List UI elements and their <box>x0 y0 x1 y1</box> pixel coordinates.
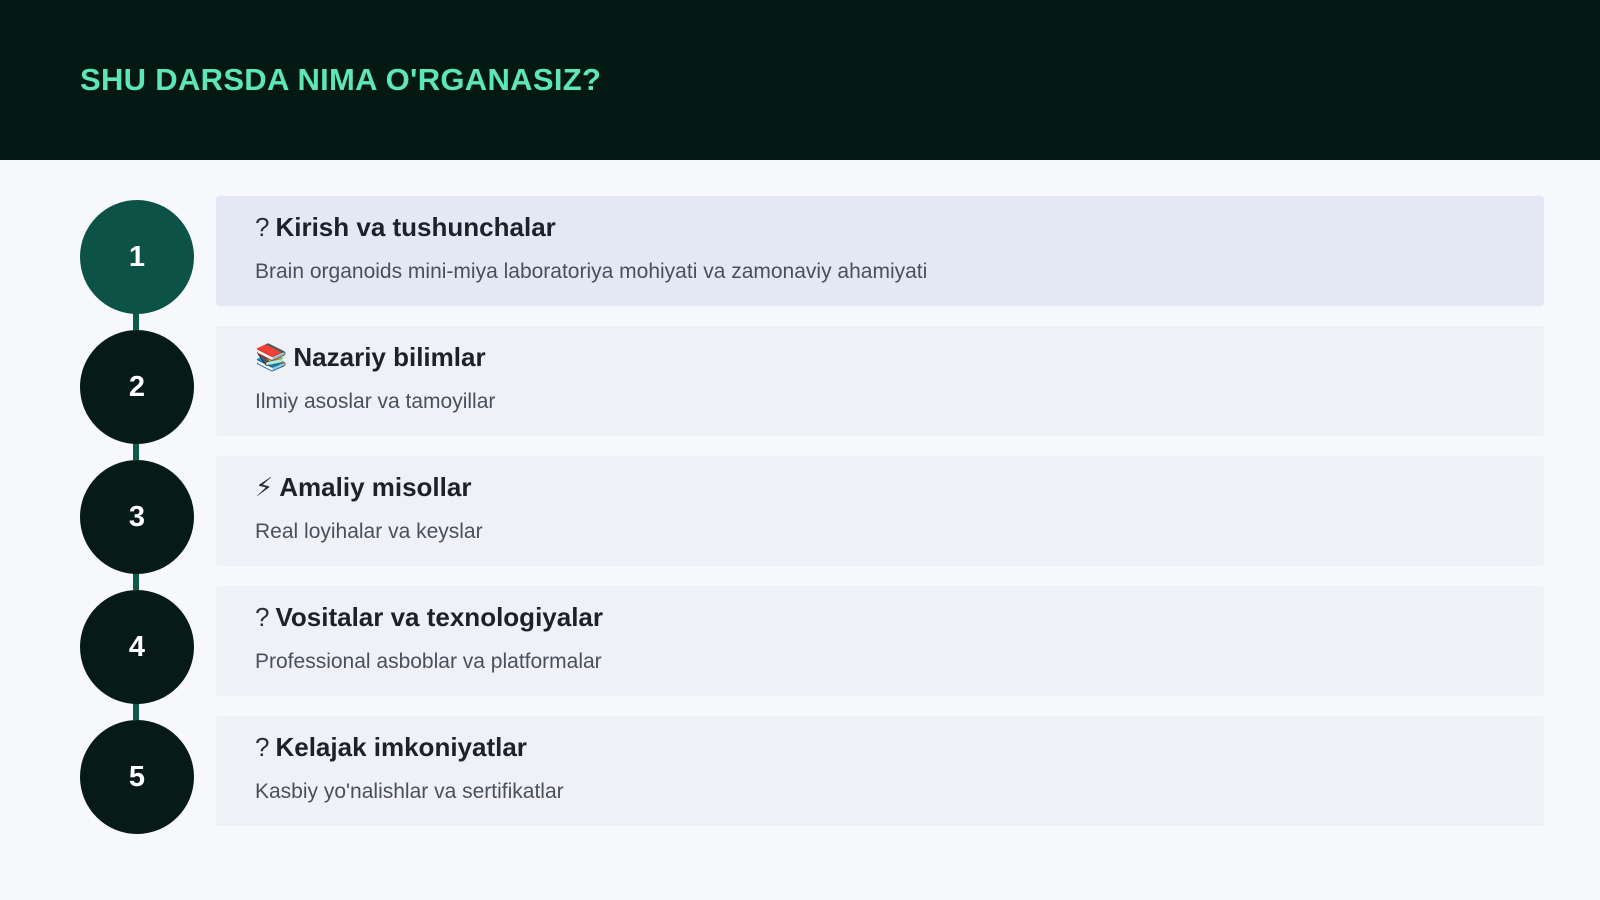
step-number: 2 <box>128 370 146 403</box>
step-description: Professional asboblar va platformalar <box>255 650 602 673</box>
step-number-badge: 5 <box>80 720 194 834</box>
step-title: Amaliy misollar <box>279 472 472 502</box>
step-title-row: 📚 Nazariy bilimlar <box>255 342 486 373</box>
lesson-outline: 1 ? Kirish va tushunchalar Brain organoid… <box>0 160 1600 900</box>
step-description: Brain organoids mini-miya laboratoriya m… <box>255 260 928 283</box>
step-description: Real loyihalar va keyslar <box>255 520 483 543</box>
step-number: 1 <box>128 240 146 273</box>
step-number: 4 <box>128 630 146 663</box>
step-title: Kirish va tushunchalar <box>275 212 556 242</box>
step-number-badge: 3 <box>80 460 194 574</box>
step-card: ? Kelajak imkoniyatlar Kasbiy yo'nalishla… <box>216 716 1544 826</box>
step-number-badge: 4 <box>80 590 194 704</box>
step-title-row: ? Kirish va tushunchalar <box>255 212 556 243</box>
step-title-row: ? Kelajak imkoniyatlar <box>255 732 527 763</box>
step-description: Kasbiy yo'nalishlar va sertifikatlar <box>255 780 564 803</box>
step-number: 3 <box>128 500 146 533</box>
step-title: Nazariy bilimlar <box>293 342 486 372</box>
step-card: ? Vositalar va texnologiyalar Professiona… <box>216 586 1544 696</box>
step-number-badge: 1 <box>80 200 194 314</box>
step-description: Ilmiy asoslar va tamoyillar <box>255 390 496 413</box>
step-title-row: ⚡ Amaliy misollar <box>255 472 471 503</box>
unknown-glyph-icon: ? <box>255 602 270 632</box>
lightning-icon: ⚡ <box>255 472 274 502</box>
step-title: Vositalar va texnologiyalar <box>275 602 604 632</box>
step-title: Kelajak imkoniyatlar <box>275 732 527 762</box>
header-bar: SHU DARSDA NIMA O'RGANASIZ? <box>0 0 1600 160</box>
books-icon: 📚 <box>255 342 288 372</box>
page-title: SHU DARSDA NIMA O'RGANASIZ? <box>80 62 602 97</box>
step-number-badge: 2 <box>80 330 194 444</box>
step-card: ⚡ Amaliy misollar Real loyihalar va keysl… <box>216 456 1544 566</box>
step-title-row: ? Vositalar va texnologiyalar <box>255 602 603 633</box>
unknown-glyph-icon: ? <box>255 212 270 242</box>
step-number: 5 <box>128 760 146 793</box>
step-card: 📚 Nazariy bilimlar Ilmiy asoslar va tamoy… <box>216 326 1544 436</box>
unknown-glyph-icon: ? <box>255 732 270 762</box>
step-card: ? Kirish va tushunchalar Brain organoids … <box>216 196 1544 306</box>
